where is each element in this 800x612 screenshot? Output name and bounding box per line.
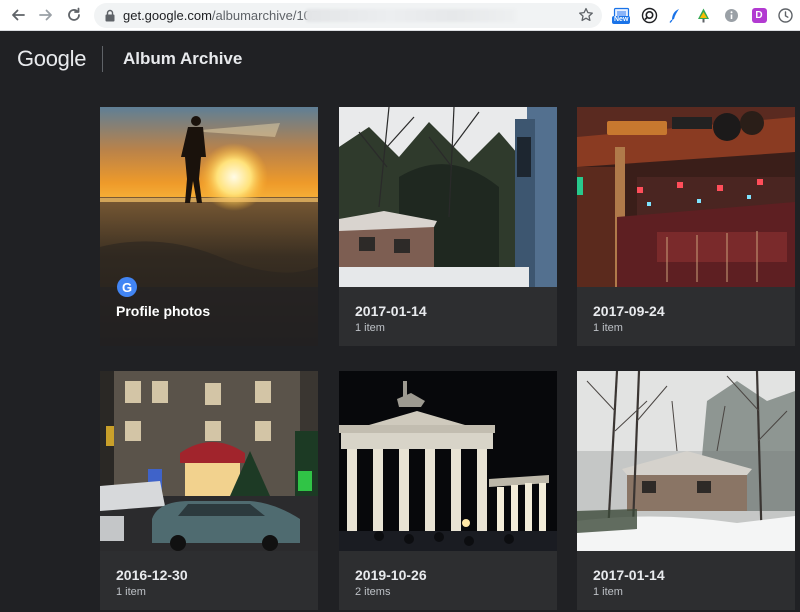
hotel-street-photo [100, 371, 318, 551]
album-item-count: 1 item [116, 586, 146, 598]
forward-button[interactable] [35, 4, 57, 26]
album-thumbnail [339, 107, 557, 287]
star-icon[interactable] [578, 7, 594, 23]
snowy-woods-photo [577, 371, 795, 551]
lock-icon [105, 9, 115, 22]
reload-icon [68, 7, 80, 21]
album-title: 2019-10-26 [355, 567, 427, 583]
clock-extension-icon [777, 7, 793, 23]
magnifier-extension-icon [641, 7, 657, 23]
arrow-right-icon [39, 9, 52, 21]
album-title: 2016-12-30 [116, 567, 188, 583]
extension-info[interactable] [721, 5, 741, 25]
album-thumbnail [339, 371, 557, 551]
extension-screenshot[interactable]: New [611, 5, 631, 25]
extension-tree[interactable] [693, 5, 713, 25]
back-button[interactable] [7, 4, 29, 26]
url-host: get.google.com [123, 8, 212, 23]
browser-toolbar: get.google.com/albumarchive/105 New D [0, 0, 800, 31]
new-badge: New [612, 16, 631, 24]
album-title: 2017-01-14 [593, 567, 665, 583]
album-caption: 2019-10-26 2 items [339, 551, 557, 610]
album-card-2017-09-24[interactable]: 2017-09-24 1 item [577, 107, 795, 346]
extension-clock[interactable] [775, 5, 795, 25]
album-card-profile-photos[interactable]: G Profile photos [100, 107, 318, 346]
redacted-url-segment [306, 9, 516, 22]
page-title: Album Archive [123, 49, 243, 68]
arrow-left-icon [12, 9, 25, 21]
brandenburg-gate-photo [339, 371, 557, 551]
tree-extension-icon [697, 8, 709, 22]
album-title: 2017-09-24 [593, 303, 665, 319]
album-caption: 2017-09-24 1 item [577, 287, 795, 346]
winter-house-photo [339, 107, 557, 287]
album-card-2017-01-14-a[interactable]: 2017-01-14 1 item [339, 107, 557, 346]
album-caption: 2017-01-14 1 item [577, 551, 795, 610]
album-item-count: 1 item [355, 322, 385, 334]
album-thumbnail [100, 371, 318, 551]
extension-feather[interactable] [665, 5, 685, 25]
google-g-icon: G [117, 277, 137, 297]
reload-button[interactable] [63, 4, 85, 26]
album-thumbnail [577, 371, 795, 551]
app-header: Google Album Archive [0, 31, 800, 87]
info-extension-icon [724, 8, 738, 22]
album-item-count: 1 item [593, 586, 623, 598]
feather-extension-icon [668, 8, 679, 23]
bar-interior-photo [577, 107, 795, 287]
album-card-2017-01-14-b[interactable]: 2017-01-14 1 item [577, 371, 795, 610]
d-extension-icon: D [751, 7, 767, 23]
extension-d[interactable]: D [749, 5, 769, 25]
album-item-count: 2 items [355, 586, 391, 598]
album-caption: 2017-01-14 1 item [339, 287, 557, 346]
album-card-2016-12-30[interactable]: 2016-12-30 1 item [100, 371, 318, 610]
url-path: /albumarchive/105 [211, 8, 319, 23]
album-item-count: 1 item [593, 322, 623, 334]
address-bar[interactable]: get.google.com/albumarchive/105 [94, 3, 602, 28]
album-thumbnail [577, 107, 795, 287]
album-card-2019-10-26[interactable]: 2019-10-26 2 items [339, 371, 557, 610]
album-title: Profile photos [116, 303, 211, 319]
header-divider [102, 46, 103, 72]
url-text: get.google.com/albumarchive/105 [123, 8, 318, 23]
google-logo[interactable]: Google [17, 46, 86, 72]
album-title: 2017-01-14 [355, 303, 427, 319]
extension-search[interactable] [639, 5, 659, 25]
album-caption: 2016-12-30 1 item [100, 551, 318, 610]
